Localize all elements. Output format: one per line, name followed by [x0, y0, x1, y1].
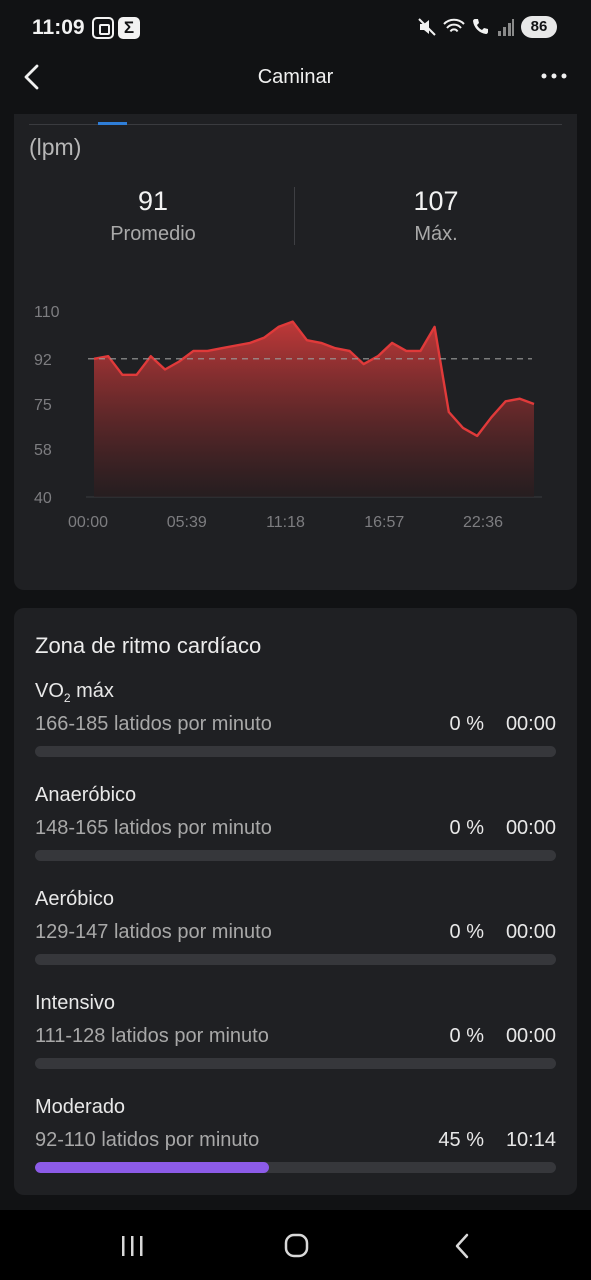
zone-progress-track: [35, 850, 556, 861]
wifi-call-icon: [473, 19, 488, 34]
back-nav-icon[interactable]: [442, 1232, 482, 1260]
x-tick-label: 22:36: [463, 514, 503, 531]
zone-progress-fill: [35, 1162, 270, 1173]
zone-percent: 45 %: [438, 1129, 484, 1151]
y-tick-label: 75: [34, 397, 52, 414]
zone-progress-track: [35, 1162, 556, 1173]
zone-time: 00:00: [505, 713, 556, 735]
zone-moderate: Moderado 92-110 latidos por minuto 45 % …: [35, 1096, 556, 1192]
zone-range: 111-128 latidos por minuto: [35, 1025, 269, 1047]
zone-name: Anaeróbico: [35, 784, 137, 806]
zone-name-suffix: máx: [70, 680, 114, 702]
x-tick-label: 05:39: [167, 514, 207, 531]
heart-rate-area: [94, 321, 534, 497]
zone-anaerobic: Anaeróbico 148-165 latidos por minuto 0 …: [35, 784, 556, 880]
y-tick-label: 92: [34, 352, 52, 369]
zone-percent: 0 %: [449, 921, 484, 943]
zones-title: Zona de ritmo cardíaco: [35, 633, 262, 658]
max-stat: 107 Máx.: [336, 186, 536, 246]
zone-percent: 0 %: [449, 817, 484, 839]
zone-name: Intensivo: [35, 992, 116, 1014]
zone-progress-track: [35, 746, 556, 757]
home-icon[interactable]: [276, 1232, 316, 1260]
screenshot-icon: [92, 17, 114, 39]
heart-rate-card: (lpm) 91 Promedio 107 Máx. 110 92 75 58 40 00…: [14, 114, 577, 590]
zone-percent: 0 %: [449, 1025, 484, 1047]
zone-name: Moderado: [35, 1096, 126, 1118]
status-time: 11:09: [32, 16, 85, 39]
zone-name: VO2 máx: [35, 680, 114, 705]
zone-time: 00:00: [505, 921, 556, 943]
heart-rate-zones-card: Zona de ritmo cardíaco VO2 máx 166-185 l…: [14, 608, 577, 1195]
zone-range: 148-165 latidos por minuto: [35, 817, 272, 839]
zone-vo2max: VO2 máx 166-185 latidos por minuto 0 % 0…: [35, 680, 556, 776]
y-tick-label: 40: [34, 490, 52, 507]
average-label: Promedio: [110, 223, 196, 245]
sigma-app-icon: Σ: [118, 17, 140, 39]
zone-name: Aeróbico: [35, 888, 114, 910]
average-value: 91: [137, 186, 169, 216]
zone-range: 129-147 latidos por minuto: [35, 921, 272, 943]
y-tick-label: 58: [34, 442, 52, 459]
max-value: 107: [413, 186, 459, 216]
wifi-icon: [443, 18, 465, 33]
zone-progress-track: [35, 954, 556, 965]
page-title: Caminar: [257, 66, 334, 88]
unit-label: (lpm): [29, 134, 82, 160]
system-nav-bar: [0, 1210, 591, 1280]
average-stat: 91 Promedio: [53, 186, 253, 246]
stat-divider: [294, 187, 295, 245]
x-tick-label: 16:57: [364, 514, 404, 531]
recent-apps-icon[interactable]: [112, 1232, 152, 1260]
status-bar: 11:09 Σ 86: [0, 0, 591, 56]
battery-indicator: 86: [521, 16, 557, 38]
zone-time: 00:00: [505, 817, 556, 839]
zone-name-text: VO: [35, 680, 64, 702]
zone-range: 166-185 latidos por minuto: [35, 713, 272, 735]
heart-rate-chart: 110 92 75 58 40 00:00 05:39 11:18 16:57 22:36: [34, 304, 542, 531]
tab-indicator: [98, 122, 127, 125]
status-icons: 86: [417, 16, 557, 38]
zone-time: 00:00: [505, 1025, 556, 1047]
zone-progress-track: [35, 1058, 556, 1069]
x-tick-label: 00:00: [68, 514, 108, 531]
app-bar: Caminar: [0, 56, 591, 114]
max-label: Máx.: [414, 223, 458, 245]
more-options-icon[interactable]: [539, 66, 569, 86]
zone-range: 92-110 latidos por minuto: [35, 1129, 260, 1151]
y-tick-label: 110: [34, 304, 60, 321]
x-tick-label: 11:18: [266, 514, 305, 531]
mute-icon: [418, 18, 436, 36]
zone-aerobic: Aeróbico 129-147 latidos por minuto 0 % …: [35, 888, 556, 984]
zone-percent: 0 %: [449, 713, 484, 735]
zone-intensive: Intensivo 111-128 latidos por minuto 0 %…: [35, 992, 556, 1088]
zone-time: 10:14: [505, 1129, 556, 1151]
zone-name-subscript: 2: [63, 691, 71, 705]
signal-icon: [498, 19, 514, 36]
